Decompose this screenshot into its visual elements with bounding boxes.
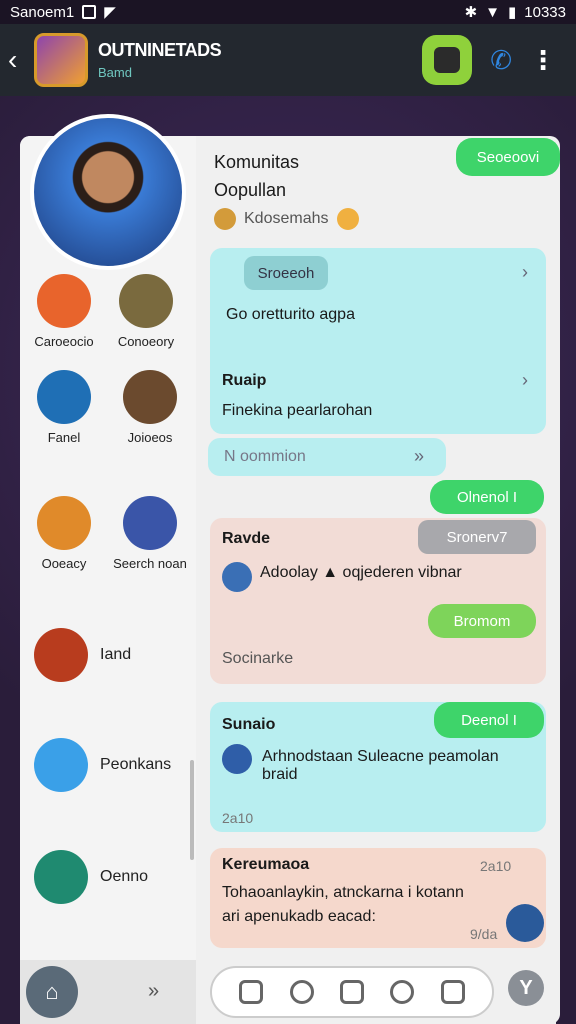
contact-item[interactable]: Ooeacy	[24, 496, 104, 571]
home-button[interactable]: ⌂	[26, 966, 78, 1018]
signal-icon: ◤	[104, 4, 116, 21]
contact-item[interactable]: Peonkans	[34, 738, 194, 792]
message-heading: Kereumaoa	[222, 856, 310, 873]
contact-item[interactable]: Seerch noan	[110, 496, 190, 571]
group-icon	[214, 208, 236, 230]
avatar	[123, 496, 177, 550]
chat-title-line1: Komunitas	[214, 152, 300, 172]
notice-text: N oommion	[224, 448, 306, 465]
contact-item[interactable]: Conoeory	[106, 274, 186, 349]
message-time: 2a10	[480, 858, 512, 874]
emoji-icon[interactable]	[390, 980, 415, 1004]
chevron-right-icon[interactable]: ›	[522, 370, 528, 391]
app-subtitle: Bamd	[98, 65, 132, 80]
camera-icon	[434, 47, 461, 73]
chat-title-line2: Oopullan	[214, 180, 287, 200]
battery-icon: ▮	[508, 4, 517, 21]
contact-name: Ooeacy	[41, 556, 87, 571]
message-time: 9/da	[470, 926, 498, 942]
carrier-label: Sanoem1	[10, 3, 75, 21]
camera-icon[interactable]	[289, 980, 314, 1004]
chat-title: Komunitas Oopullan	[214, 148, 299, 204]
message-footer: Socinarke	[222, 650, 294, 667]
avatar	[119, 274, 173, 328]
avatar	[34, 738, 88, 792]
message-text: ari apenukadb eacad:	[222, 908, 376, 925]
contact-item[interactable]: Joioeos	[110, 370, 190, 445]
home-icon: ⌂	[45, 979, 59, 1004]
notification-icon	[82, 5, 97, 19]
smile-icon	[336, 208, 359, 230]
file-icon[interactable]	[440, 980, 465, 1004]
header-action-button[interactable]: Seoeoovi	[456, 138, 560, 176]
contact-name: Oenno	[100, 868, 149, 885]
contact-name: Fanel	[47, 430, 81, 445]
message-text: Tohaoanlaykin, atnckarna i kotann	[222, 884, 464, 901]
avatar	[37, 496, 91, 550]
contact-name: Peonkans	[100, 756, 172, 773]
avatar	[37, 370, 91, 424]
message-heading: Sunaio	[222, 716, 276, 733]
app-bar: ‹ OUTNINETADS Bamd ✆ ⋮	[0, 24, 576, 96]
avatar	[222, 744, 252, 774]
contact-name: Conoeory	[117, 334, 175, 349]
bluetooth-icon: ✱	[464, 4, 478, 21]
status-pill[interactable]: Sronerv7	[418, 520, 536, 554]
clock: 10333	[524, 3, 566, 21]
message-text: Arhnodstaan Suleacne peamolan braid	[262, 748, 499, 783]
message-time: 2a10	[222, 810, 254, 826]
composer-toolbar[interactable]	[210, 966, 494, 1018]
contact-item[interactable]: Caroeocio	[24, 274, 104, 349]
avatar	[37, 274, 91, 328]
contact-item[interactable]: Oenno	[34, 850, 194, 904]
avatar	[506, 904, 544, 942]
app-logo	[34, 33, 88, 87]
contact-name: Caroeocio	[34, 334, 94, 349]
contact-name: Joioeos	[127, 430, 173, 445]
contact-name: Seerch noan	[113, 556, 187, 571]
app-title: OUTNINETADS	[98, 40, 222, 60]
avatar	[34, 628, 88, 682]
avatar	[34, 850, 88, 904]
reply-badge[interactable]: Bromom	[428, 604, 536, 638]
tag-pill[interactable]: Sroeeoh	[244, 256, 328, 290]
chevron-right-icon[interactable]: ›	[522, 262, 528, 283]
video-call-button[interactable]	[422, 35, 473, 85]
send-button[interactable]: Y	[508, 970, 544, 1006]
back-chevron-icon[interactable]: ‹	[8, 44, 30, 76]
phone-icon[interactable]: ✆	[490, 45, 512, 76]
message-text: Go oretturito agpa	[226, 306, 355, 323]
message-text: Adoolay ▲ oqjederen vibnar	[260, 564, 462, 581]
forward-icon[interactable]: »	[148, 980, 159, 1003]
contact-name: Iand	[100, 646, 132, 663]
chat-subtitle-text: Kdosemahs	[244, 210, 329, 227]
send-icon: Y	[519, 976, 533, 999]
chat-subtitle: Kdosemahs	[214, 208, 359, 230]
more-options-icon[interactable]: ⋮	[530, 45, 556, 76]
contact-item[interactable]: Fanel	[24, 370, 104, 445]
sidebar-scrollbar[interactable]	[190, 760, 194, 860]
message-heading: Ruaip	[222, 372, 267, 389]
profile-avatar[interactable]	[30, 114, 186, 270]
avatar	[123, 370, 177, 424]
avatar	[222, 562, 252, 592]
message-text: Finekina pearlarohan	[222, 402, 373, 419]
message-heading: Ravde	[222, 530, 271, 547]
wifi-icon: ▼	[485, 3, 501, 21]
contact-item[interactable]: Iand	[34, 628, 194, 682]
sticker-icon[interactable]	[239, 980, 264, 1004]
collapse-icon[interactable]: »	[414, 446, 424, 467]
status-bar: Sanoem1 ◤ ✱ ▼ ▮ 10333	[0, 0, 576, 24]
status-badge[interactable]: Deenol I	[434, 702, 544, 738]
gallery-icon[interactable]	[339, 980, 364, 1004]
status-badge[interactable]: Olnenol I	[430, 480, 544, 514]
